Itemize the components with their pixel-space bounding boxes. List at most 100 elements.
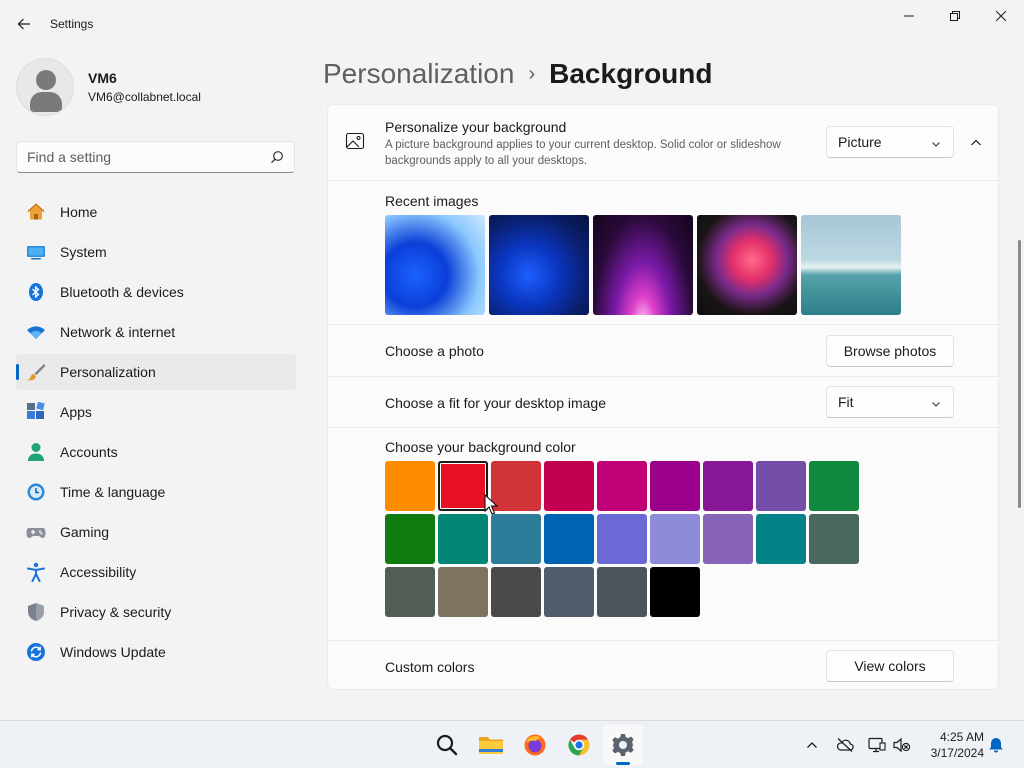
profile-name: VM6 bbox=[88, 70, 117, 86]
taskbar-clock[interactable]: 4:25 AM 3/17/2024 bbox=[920, 729, 984, 761]
sidebar-item-label: Privacy & security bbox=[60, 604, 172, 620]
accounts-icon bbox=[25, 441, 47, 463]
sidebar-item-privacy-security[interactable]: Privacy & security bbox=[16, 594, 296, 630]
collapse-button[interactable] bbox=[962, 129, 990, 157]
color-swatch[interactable] bbox=[809, 461, 859, 511]
taskbar-search-button[interactable] bbox=[427, 725, 467, 765]
sidebar-item-bluetooth[interactable]: Bluetooth & devices bbox=[16, 274, 296, 310]
close-button[interactable] bbox=[978, 0, 1024, 32]
network-tray[interactable] bbox=[867, 735, 887, 755]
sidebar-item-gaming[interactable]: Gaming bbox=[16, 514, 296, 550]
background-color-label: Choose your background color bbox=[385, 439, 576, 455]
color-swatch[interactable] bbox=[597, 514, 647, 564]
personalize-background-row: Personalize your background A picture ba… bbox=[328, 105, 998, 181]
taskbar-firefox[interactable] bbox=[515, 725, 555, 765]
color-swatch[interactable] bbox=[597, 461, 647, 511]
choose-photo-label: Choose a photo bbox=[385, 343, 484, 359]
search-icon[interactable] bbox=[270, 150, 284, 169]
color-swatch[interactable] bbox=[756, 461, 806, 511]
sidebar-item-accounts[interactable]: Accounts bbox=[16, 434, 296, 470]
recent-images-label: Recent images bbox=[385, 193, 479, 209]
color-swatch[interactable] bbox=[650, 567, 700, 617]
scrollbar[interactable] bbox=[1018, 240, 1021, 508]
picture-icon bbox=[345, 131, 365, 156]
back-button[interactable] bbox=[12, 12, 36, 36]
sidebar-item-system[interactable]: System bbox=[16, 234, 296, 270]
onedrive-tray[interactable] bbox=[835, 735, 855, 755]
recent-image-5[interactable] bbox=[801, 215, 901, 315]
color-swatch[interactable] bbox=[491, 567, 541, 617]
choose-photo-row: Choose a photo Browse photos bbox=[328, 325, 998, 377]
color-swatch[interactable] bbox=[597, 567, 647, 617]
sidebar-item-windows-update[interactable]: Windows Update bbox=[16, 634, 296, 670]
bluetooth-icon bbox=[25, 281, 47, 303]
color-swatch[interactable] bbox=[809, 514, 859, 564]
color-swatch[interactable] bbox=[650, 461, 700, 511]
taskbar-settings[interactable] bbox=[603, 725, 643, 765]
recent-image-2[interactable] bbox=[489, 215, 589, 315]
apps-icon bbox=[25, 401, 47, 423]
show-hidden-icons-button[interactable] bbox=[802, 735, 822, 755]
taskbar-chrome[interactable] bbox=[559, 725, 599, 765]
sidebar-item-accessibility[interactable]: Accessibility bbox=[16, 554, 296, 590]
browse-photos-button[interactable]: Browse photos bbox=[826, 335, 954, 367]
color-swatch[interactable] bbox=[703, 461, 753, 511]
sidebar-item-label: Bluetooth & devices bbox=[60, 284, 184, 300]
fit-value: Fit bbox=[838, 394, 854, 410]
sidebar-item-label: Home bbox=[60, 204, 98, 220]
user-profile[interactable]: VM6 VM6@collabnet.local bbox=[16, 58, 201, 116]
sidebar-nav: Home System Bluetooth & devices Network … bbox=[16, 194, 296, 674]
color-swatch[interactable] bbox=[544, 514, 594, 564]
color-swatch[interactable] bbox=[650, 514, 700, 564]
color-swatch[interactable] bbox=[438, 461, 488, 511]
recent-image-4[interactable] bbox=[697, 215, 797, 315]
color-swatch[interactable] bbox=[544, 567, 594, 617]
breadcrumb-parent[interactable]: Personalization bbox=[323, 58, 514, 90]
notifications-button[interactable] bbox=[986, 735, 1006, 755]
bell-icon bbox=[989, 738, 1003, 753]
color-swatch[interactable] bbox=[438, 567, 488, 617]
restore-button[interactable] bbox=[932, 0, 978, 32]
color-swatch[interactable] bbox=[385, 514, 435, 564]
color-swatch[interactable] bbox=[438, 514, 488, 564]
sidebar-item-home[interactable]: Home bbox=[16, 194, 296, 230]
search-icon bbox=[436, 734, 458, 756]
back-arrow-icon bbox=[17, 18, 30, 30]
color-swatch[interactable] bbox=[491, 514, 541, 564]
background-type-dropdown[interactable]: Picture bbox=[826, 126, 954, 158]
sidebar-item-apps[interactable]: Apps bbox=[16, 394, 296, 430]
cloud-offline-icon bbox=[837, 738, 854, 752]
recent-image-3[interactable] bbox=[593, 215, 693, 315]
profile-email: VM6@collabnet.local bbox=[88, 90, 201, 104]
clock-date: 3/17/2024 bbox=[930, 746, 984, 760]
clock-time: 4:25 AM bbox=[939, 730, 984, 744]
color-swatch[interactable] bbox=[756, 514, 806, 564]
sidebar-item-label: System bbox=[60, 244, 107, 260]
shield-icon bbox=[25, 601, 47, 623]
view-colors-button[interactable]: View colors bbox=[826, 650, 954, 682]
color-swatch[interactable] bbox=[385, 567, 435, 617]
color-swatch[interactable] bbox=[703, 514, 753, 564]
taskbar-file-explorer[interactable] bbox=[471, 725, 511, 765]
sidebar-item-time-language[interactable]: Time & language bbox=[16, 474, 296, 510]
recent-image-1[interactable] bbox=[385, 215, 485, 315]
page-title: Background bbox=[549, 58, 713, 89]
fit-dropdown[interactable]: Fit bbox=[826, 386, 954, 418]
sidebar-item-label: Apps bbox=[60, 404, 92, 420]
volume-tray[interactable] bbox=[892, 735, 912, 755]
minimize-button[interactable] bbox=[886, 0, 932, 32]
system-icon bbox=[25, 241, 47, 263]
color-swatch[interactable] bbox=[544, 461, 594, 511]
time-language-icon bbox=[25, 481, 47, 503]
search-input[interactable] bbox=[17, 142, 257, 172]
settings-icon bbox=[612, 734, 634, 756]
sidebar-item-network[interactable]: Network & internet bbox=[16, 314, 296, 350]
color-swatch[interactable] bbox=[491, 461, 541, 511]
color-swatch[interactable] bbox=[385, 461, 435, 511]
recent-images-row: Recent images bbox=[328, 181, 998, 325]
sidebar-item-label: Windows Update bbox=[60, 644, 166, 660]
taskbar: 4:25 AM 3/17/2024 bbox=[0, 720, 1024, 768]
recent-images-list bbox=[385, 215, 901, 315]
sidebar-item-label: Network & internet bbox=[60, 324, 176, 340]
sidebar-item-personalization[interactable]: Personalization bbox=[16, 354, 296, 390]
